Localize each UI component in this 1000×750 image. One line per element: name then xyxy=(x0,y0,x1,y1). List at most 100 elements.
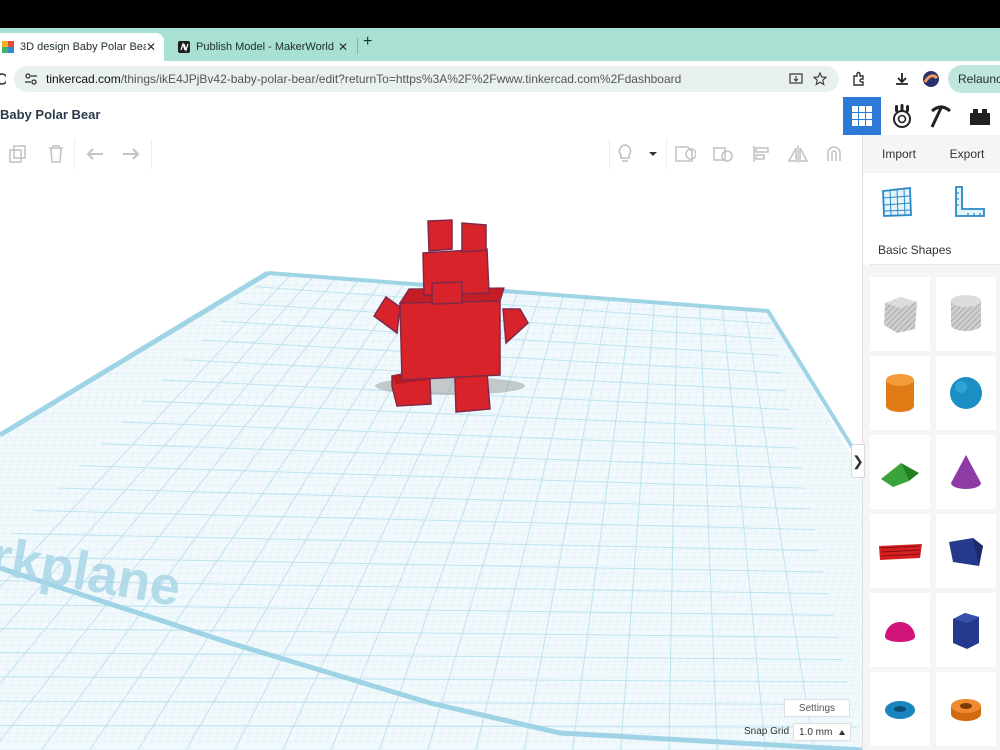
reload-icon[interactable] xyxy=(0,72,6,86)
bear-ear-left[interactable] xyxy=(427,219,453,252)
hexagon-prism-icon xyxy=(953,613,979,649)
shape-roof[interactable] xyxy=(870,435,930,509)
bear-model[interactable] xyxy=(372,219,529,413)
notes-dropdown[interactable] xyxy=(642,144,664,164)
shape-cylinder[interactable] xyxy=(870,356,930,430)
shape-tube[interactable] xyxy=(936,672,996,746)
cone-icon xyxy=(951,455,981,489)
snap-grid-value: 1.0 mm xyxy=(799,726,833,738)
copy-icon xyxy=(9,145,26,163)
url-path: /things/ikE4JPjBv42-baby-polar-bear/edit… xyxy=(120,72,682,86)
shape-text[interactable] xyxy=(870,514,930,588)
view-blocks-button[interactable] xyxy=(922,97,960,135)
shape-wedge-polygon[interactable] xyxy=(936,514,996,588)
panel-collapse-button[interactable]: ❯ xyxy=(851,444,865,478)
bricks-icon xyxy=(970,109,990,125)
url-host: tinkercad.com xyxy=(46,72,121,86)
makerworld-favicon-icon xyxy=(178,41,190,53)
sphere-icon xyxy=(950,377,982,409)
bear-leg-right[interactable] xyxy=(454,372,491,413)
tab-close-icon[interactable]: ✕ xyxy=(146,40,156,54)
hand-bear-icon xyxy=(893,104,911,128)
view-3d-design-button[interactable] xyxy=(843,97,881,135)
browser-tab-tinkercad[interactable]: 3D design Baby Polar Bear - T ✕ xyxy=(0,33,164,61)
browser-tab-makerworld[interactable]: Publish Model - MakerWorld ✕ xyxy=(170,33,356,61)
notes-button[interactable] xyxy=(614,144,636,164)
bookmark-star-icon[interactable] xyxy=(813,72,827,86)
shape-cylinder-hole[interactable] xyxy=(936,277,996,351)
shapes-panel: Import Export Basic Shapes xyxy=(862,135,1000,750)
pickaxe-icon xyxy=(930,105,951,128)
group-button[interactable] xyxy=(674,144,696,164)
toolbar-divider xyxy=(151,139,152,169)
text-icon xyxy=(879,544,922,560)
magnet-icon xyxy=(827,146,841,161)
workplane-canvas[interactable]: Workplane xyxy=(0,173,862,750)
cruise-button[interactable] xyxy=(823,144,845,164)
redo-icon xyxy=(123,148,140,160)
align-button[interactable] xyxy=(750,144,772,164)
shape-sphere[interactable] xyxy=(936,356,996,430)
extensions-icon[interactable] xyxy=(851,71,867,87)
mirror-icon xyxy=(787,145,809,163)
screen-top-bar xyxy=(0,0,1000,28)
half-sphere-icon xyxy=(885,622,915,642)
shape-box-hole[interactable] xyxy=(870,277,930,351)
shape-cone[interactable] xyxy=(936,435,996,509)
roof-icon xyxy=(881,463,919,487)
undo-icon xyxy=(86,148,103,160)
delete-button[interactable] xyxy=(45,144,67,164)
toolbar-divider xyxy=(74,139,75,169)
box-hole-icon xyxy=(884,297,917,333)
cylinder-icon xyxy=(886,374,914,412)
tab-label: 3D design Baby Polar Bear - T xyxy=(20,41,146,53)
tab-divider xyxy=(357,38,358,54)
import-button[interactable]: Import xyxy=(866,143,932,165)
ruler-tool-icon[interactable] xyxy=(953,185,987,219)
cylinder-hole-icon xyxy=(951,295,981,331)
copy-button[interactable] xyxy=(7,144,29,164)
snap-grid-select[interactable]: 1.0 mm xyxy=(793,723,851,741)
shape-polygon-prism[interactable] xyxy=(936,593,996,667)
browser-tab-strip: 3D design Baby Polar Bear - T ✕ Publish … xyxy=(0,28,1000,61)
address-bar[interactable]: tinkercad.com/things/ikE4JPjBv42-baby-po… xyxy=(14,66,839,92)
redo-button[interactable] xyxy=(120,144,142,164)
view-sim-lab-button[interactable] xyxy=(883,97,921,135)
shape-category-select[interactable]: Basic Shapes xyxy=(870,235,1000,265)
light-bulb-icon xyxy=(618,144,632,162)
workplane-viewport[interactable]: Workplane xyxy=(0,173,862,750)
group-icon xyxy=(675,146,696,162)
dropdown-caret-icon xyxy=(649,152,657,156)
site-info-icon[interactable] xyxy=(24,72,38,86)
ungroup-button[interactable] xyxy=(712,144,734,164)
bear-body[interactable] xyxy=(399,300,501,381)
export-button[interactable]: Export xyxy=(934,143,1000,165)
bear-snout[interactable] xyxy=(431,281,463,305)
settings-button[interactable]: Settings xyxy=(784,699,850,717)
profile-avatar-icon[interactable] xyxy=(922,70,940,88)
tab-close-icon[interactable]: ✕ xyxy=(338,40,348,54)
ungroup-icon xyxy=(713,147,733,162)
caret-up-icon xyxy=(839,730,845,735)
design-title[interactable]: Baby Polar Bear xyxy=(0,107,100,122)
snap-grid-label: Snap Grid xyxy=(744,726,790,737)
trash-icon xyxy=(49,145,63,163)
tab-label: Publish Model - MakerWorld xyxy=(196,41,334,53)
view-bricks-button[interactable] xyxy=(961,97,999,135)
workplane-tool-icon[interactable] xyxy=(880,185,914,219)
shape-half-sphere[interactable] xyxy=(870,593,930,667)
browser-toolbar: tinkercad.com/things/ikE4JPjBv42-baby-po… xyxy=(0,61,1000,98)
shape-torus[interactable] xyxy=(870,672,930,746)
install-app-icon[interactable] xyxy=(789,72,803,86)
mirror-button[interactable] xyxy=(787,144,809,164)
relaunch-button[interactable]: Relaunch xyxy=(948,65,1000,93)
toolbar-divider xyxy=(609,139,610,169)
bear-ear-right[interactable] xyxy=(461,222,487,253)
toolbar-divider xyxy=(666,139,667,169)
align-icon xyxy=(753,146,769,162)
new-tab-button[interactable]: + xyxy=(363,33,372,51)
download-icon[interactable] xyxy=(894,71,910,87)
edit-toolbar xyxy=(0,135,862,174)
undo-button[interactable] xyxy=(84,144,106,164)
polygon-icon xyxy=(949,538,983,566)
